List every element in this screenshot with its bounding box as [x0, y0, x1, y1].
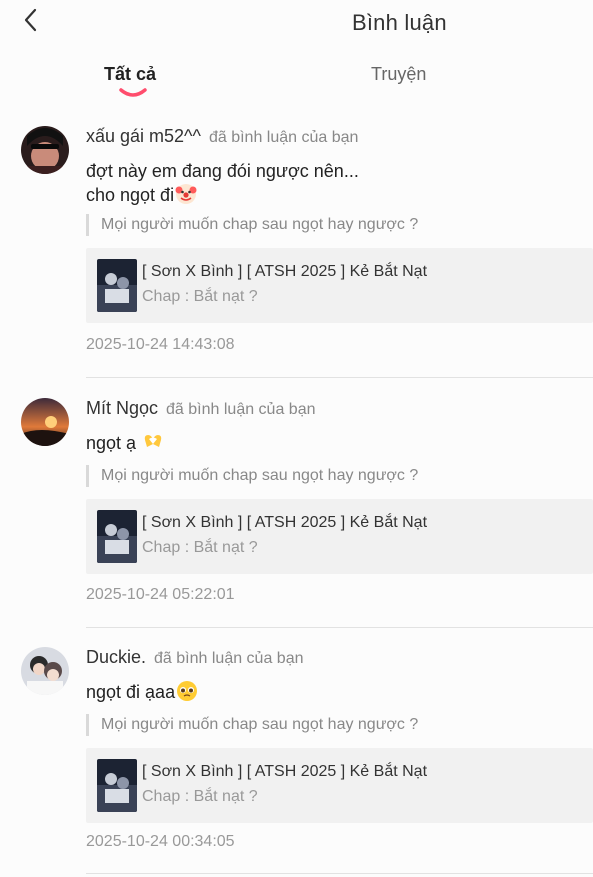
tab-stories[interactable]: Truyện — [371, 64, 426, 85]
comment-header: xấu gái m52^^ đã bình luận của bạn — [86, 126, 358, 147]
comment-text: ngọt ạ — [86, 431, 164, 455]
story-title: [ Sơn X Bình ] [ ATSH 2025 ] Kẻ Bắt Nạt — [142, 763, 428, 780]
chapter-name: Chap : Bắt nạt ? — [142, 288, 258, 305]
story-card[interactable]: [ Sơn X Bình ] [ ATSH 2025 ] Kẻ Bắt Nạt … — [86, 499, 593, 574]
username[interactable]: xấu gái m52^^ — [86, 126, 201, 146]
original-comment-quote: Mọi người muốn chap sau ngọt hay ngược ? — [86, 714, 418, 736]
back-button[interactable] — [20, 8, 44, 32]
comment-message: ngọt ạ — [86, 433, 137, 453]
timestamp: 2025-10-24 14:43:08 — [86, 336, 235, 353]
story-cover — [97, 510, 137, 563]
divider — [86, 873, 593, 874]
heart-hands-emoji — [144, 435, 162, 447]
story-card[interactable]: [ Sơn X Bình ] [ ATSH 2025 ] Kẻ Bắt Nạt … — [86, 248, 593, 323]
story-cover — [97, 259, 137, 312]
comment-message: đợt này em đang đói ngược nên... cho ngọ… — [86, 161, 359, 205]
username[interactable]: Duckie. — [86, 647, 146, 667]
username[interactable]: Mít Ngọc — [86, 398, 158, 418]
comment-header: Duckie. đã bình luận của bạn — [86, 647, 304, 668]
action-text: đã bình luận của bạn — [154, 650, 304, 667]
avatar[interactable] — [21, 398, 69, 446]
comment-text: đợt này em đang đói ngược nên... cho ngọ… — [86, 160, 359, 207]
original-comment-quote: Mọi người muốn chap sau ngọt hay ngược ? — [86, 214, 418, 236]
tab-bar: Tất cả Truyện — [0, 58, 593, 108]
top-bar: Bình luận — [0, 0, 593, 50]
story-title: [ Sơn X Bình ] [ ATSH 2025 ] Kẻ Bắt Nạt — [142, 514, 428, 531]
notification-item[interactable]: Mít Ngọc đã bình luận của bạn ngọt ạ Mọi … — [0, 367, 593, 628]
comment-message: ngọt đi ạaa — [86, 682, 176, 702]
timestamp: 2025-10-24 00:34:05 — [86, 833, 235, 850]
action-text: đã bình luận của bạn — [208, 129, 359, 146]
notification-item[interactable]: xấu gái m52^^ đã bình luận của bạn đợt nà… — [0, 118, 593, 378]
chevron-left-icon — [24, 8, 37, 32]
tab-all[interactable]: Tất cả — [104, 64, 156, 85]
active-tab-indicator — [119, 88, 147, 97]
story-title: [ Sơn X Bình ] [ ATSH 2025 ] Kẻ Bắt Nạt — [142, 263, 428, 280]
comment-header: Mít Ngọc đã bình luận của bạn — [86, 398, 316, 419]
page-title: Bình luận — [352, 10, 447, 35]
chapter-name: Chap : Bắt nạt ? — [142, 539, 258, 556]
action-text: đã bình luận của bạn — [166, 401, 316, 418]
notification-item[interactable]: Duckie. đã bình luận của bạn ngọt đi ạaa … — [0, 616, 593, 874]
avatar[interactable] — [21, 647, 69, 695]
timestamp: 2025-10-24 05:22:01 — [86, 586, 235, 603]
clown-face-emoji — [175, 184, 197, 204]
comment-text: ngọt đi ạaa — [86, 680, 198, 704]
notification-list: xấu gái m52^^ đã bình luận của bạn đợt nà… — [0, 118, 593, 874]
original-comment-quote: Mọi người muốn chap sau ngọt hay ngược ? — [86, 465, 418, 487]
avatar[interactable] — [21, 126, 69, 174]
chapter-name: Chap : Bắt nạt ? — [142, 788, 258, 805]
story-card[interactable]: [ Sơn X Bình ] [ ATSH 2025 ] Kẻ Bắt Nạt … — [86, 748, 593, 823]
story-cover — [97, 759, 137, 812]
pleading-face-emoji — [177, 681, 198, 701]
